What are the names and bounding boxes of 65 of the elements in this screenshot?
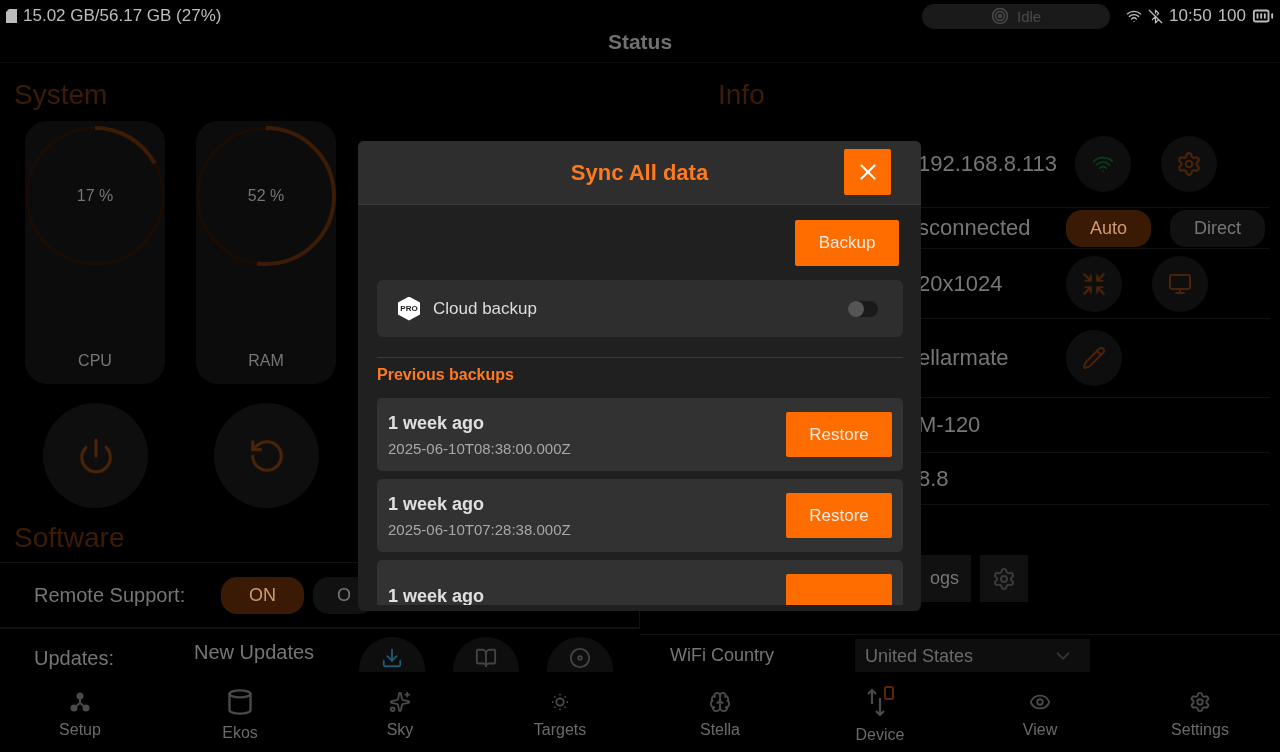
nav-tab[interactable]: Targets [480,672,640,752]
gauge-reading: 17 % [76,187,114,205]
section-title: Previous backups [377,366,515,384]
dialog-title: Sync All data [570,159,709,186]
pencil-icon [1082,346,1106,370]
close-button[interactable] [844,149,891,195]
pro-badge: PRO [398,296,420,321]
download-icon [381,647,403,669]
logs-button[interactable]: ogs [918,555,972,602]
sun-icon [549,691,571,713]
section-heading: Info [718,79,765,110]
nav-tab[interactable]: Settings [1120,672,1280,752]
cloud-backup-switch[interactable] [848,300,878,317]
nav-tab[interactable]: Setup [0,672,160,752]
sparkles-icon [389,691,411,713]
backup-timestamp: 2025-06-10T08:38:00.000Z [388,439,572,457]
info-value: 20x1024 [918,270,1004,297]
backup-age: 1 week ago [388,586,486,605]
updates-title: New Updates [194,641,316,665]
target-icon [991,7,1009,25]
page-title: Status [607,30,673,53]
backup-age: 1 week ago [388,493,486,515]
settings-icon [1176,151,1203,177]
bluetooth-off-icon [1148,8,1164,24]
country-dropdown[interactable]: United States [855,639,1090,672]
restore-button[interactable]: Restore [786,493,892,538]
wifi-icon [1126,8,1143,24]
info-value: sconnected [918,215,1032,241]
toggle-option[interactable]: ON [221,576,304,614]
brain-icon [709,691,731,713]
backup-timestamp: 2025-06-10T07:28:38.000Z [388,520,572,538]
section-heading: Software [14,522,125,553]
restore-button[interactable]: Restore [786,412,892,457]
backup-age: 1 week ago [388,412,486,434]
mode-option[interactable]: Auto [1066,209,1152,247]
device-icon [865,686,895,718]
updates-label: Updates: [34,647,116,671]
disc-icon [569,647,591,669]
storage-usage: 15.02 GB/56.17 GB (27%) [23,6,222,26]
nav-tab[interactable]: View [960,672,1120,752]
book-icon [475,647,497,669]
info-value: ellarmate [918,345,1010,371]
gauge-label: RAM [248,352,284,370]
clock: 10:50 [1169,6,1212,26]
nav-tab[interactable]: Stella [640,672,800,752]
resize-icon [1081,270,1107,297]
section-heading: System [14,79,108,110]
sd-card-icon [6,9,17,23]
nodes-icon [69,691,91,713]
nav-tab[interactable]: Device [800,672,960,752]
wifi-country-label: WiFi Country [670,645,775,667]
remote-support-label: Remote Support: [34,583,187,607]
nav-tab[interactable]: Sky [320,672,480,752]
gauge-reading: 52 % [247,187,285,205]
mode-option[interactable]: Direct [1170,209,1266,247]
settings-button[interactable] [980,555,1029,602]
settings-icon [992,566,1017,591]
battery-level: 100 [1217,6,1246,26]
backup-button[interactable]: Backup [795,220,899,266]
gauge-label: CPU [78,352,112,370]
nav-tab[interactable]: Ekos [160,672,320,752]
monitor-icon [1168,271,1192,296]
info-value: 192.168.8.113 [918,151,1058,177]
cloud-backup-label: Cloud backup [433,298,538,319]
settings-icon [1189,691,1211,713]
